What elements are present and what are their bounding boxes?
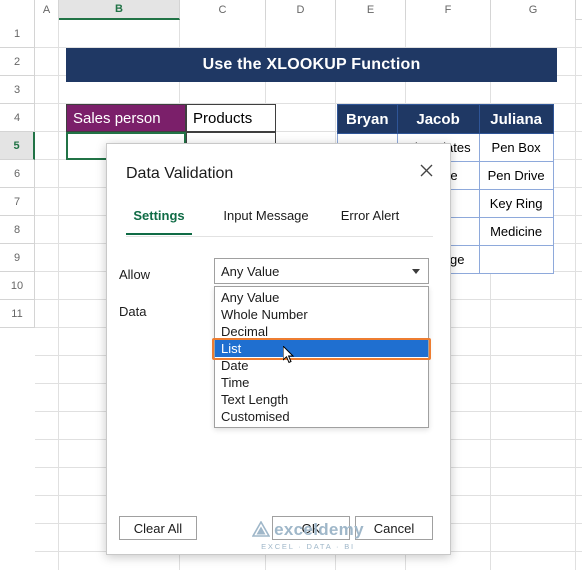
cell-products-header[interactable]: Products bbox=[186, 104, 276, 132]
clear-all-button[interactable]: Clear All bbox=[119, 516, 197, 540]
dialog-title: Data Validation bbox=[126, 165, 234, 182]
cell-sales-person-header[interactable]: Sales person bbox=[66, 104, 186, 132]
dropdown-option-time[interactable]: Time bbox=[215, 374, 428, 391]
row-header-3[interactable]: 3 bbox=[0, 76, 35, 104]
column-header-b[interactable]: B bbox=[59, 0, 180, 20]
row-header-9[interactable]: 9 bbox=[0, 244, 35, 272]
dialog-tabs: Settings Input Message Error Alert bbox=[107, 200, 452, 236]
row-header-5[interactable]: 5 bbox=[0, 132, 35, 160]
table-cell[interactable]: Pen Box bbox=[478, 133, 554, 162]
column-header-f[interactable]: F bbox=[406, 0, 491, 20]
dropdown-option-any-value[interactable]: Any Value bbox=[215, 289, 428, 306]
allow-label: Allow bbox=[119, 267, 151, 282]
mouse-cursor bbox=[283, 346, 295, 364]
dropdown-option-date[interactable]: Date bbox=[215, 357, 428, 374]
table-header-juliana[interactable]: Juliana bbox=[478, 104, 554, 134]
column-header-g[interactable]: G bbox=[491, 0, 576, 20]
tab-divider bbox=[126, 236, 433, 237]
row-header-2[interactable]: 2 bbox=[0, 48, 35, 76]
tab-error-alert[interactable]: Error Alert bbox=[330, 200, 410, 233]
ok-button[interactable]: OK bbox=[272, 516, 350, 540]
table-cell[interactable]: Pen Drive bbox=[478, 161, 554, 190]
row-header-8[interactable]: 8 bbox=[0, 216, 35, 244]
column-header-a[interactable]: A bbox=[35, 0, 59, 20]
table-header-row: Bryan Jacob Juliana bbox=[337, 104, 554, 134]
row-header-11[interactable]: 11 bbox=[0, 300, 35, 328]
table-header-jacob[interactable]: Jacob bbox=[396, 104, 480, 134]
row-header-6[interactable]: 6 bbox=[0, 160, 35, 188]
row-header-7[interactable]: 7 bbox=[0, 188, 35, 216]
dropdown-option-text-length[interactable]: Text Length bbox=[215, 391, 428, 408]
column-header-d[interactable]: D bbox=[266, 0, 336, 20]
dropdown-option-whole-number[interactable]: Whole Number bbox=[215, 306, 428, 323]
cancel-button[interactable]: Cancel bbox=[355, 516, 433, 540]
table-cell[interactable]: Key Ring bbox=[478, 189, 554, 218]
column-header-e[interactable]: E bbox=[336, 0, 406, 20]
dropdown-option-customised[interactable]: Customised bbox=[215, 408, 428, 425]
row-header-4[interactable]: 4 bbox=[0, 104, 35, 132]
close-icon[interactable] bbox=[412, 156, 440, 184]
column-header-c[interactable]: C bbox=[180, 0, 266, 20]
row-header-1[interactable]: 1 bbox=[0, 20, 35, 48]
table-header-bryan[interactable]: Bryan bbox=[337, 104, 398, 134]
allow-select-value: Any Value bbox=[221, 263, 280, 279]
row-header-10[interactable]: 10 bbox=[0, 272, 35, 300]
chevron-down-icon bbox=[412, 268, 420, 274]
allow-dropdown-list[interactable]: Any Value Whole Number Decimal List Date Time… bbox=[214, 286, 429, 428]
dropdown-option-list[interactable]: List bbox=[215, 340, 428, 357]
column-header-row: ABCDEFG bbox=[0, 0, 582, 20]
table-cell[interactable]: Medicine bbox=[478, 217, 554, 246]
allow-select[interactable]: Any Value bbox=[214, 258, 429, 284]
title-banner: Use the XLOOKUP Function bbox=[66, 48, 557, 82]
tab-settings[interactable]: Settings bbox=[126, 200, 192, 235]
row-header-column: 1 2 3 4 5 6 7 8 9 10 11 bbox=[0, 20, 35, 328]
data-label: Data bbox=[119, 304, 147, 319]
table-cell[interactable] bbox=[478, 245, 554, 274]
select-all-corner[interactable] bbox=[0, 0, 35, 20]
tab-input-message[interactable]: Input Message bbox=[216, 200, 316, 233]
dropdown-option-decimal[interactable]: Decimal bbox=[215, 323, 428, 340]
